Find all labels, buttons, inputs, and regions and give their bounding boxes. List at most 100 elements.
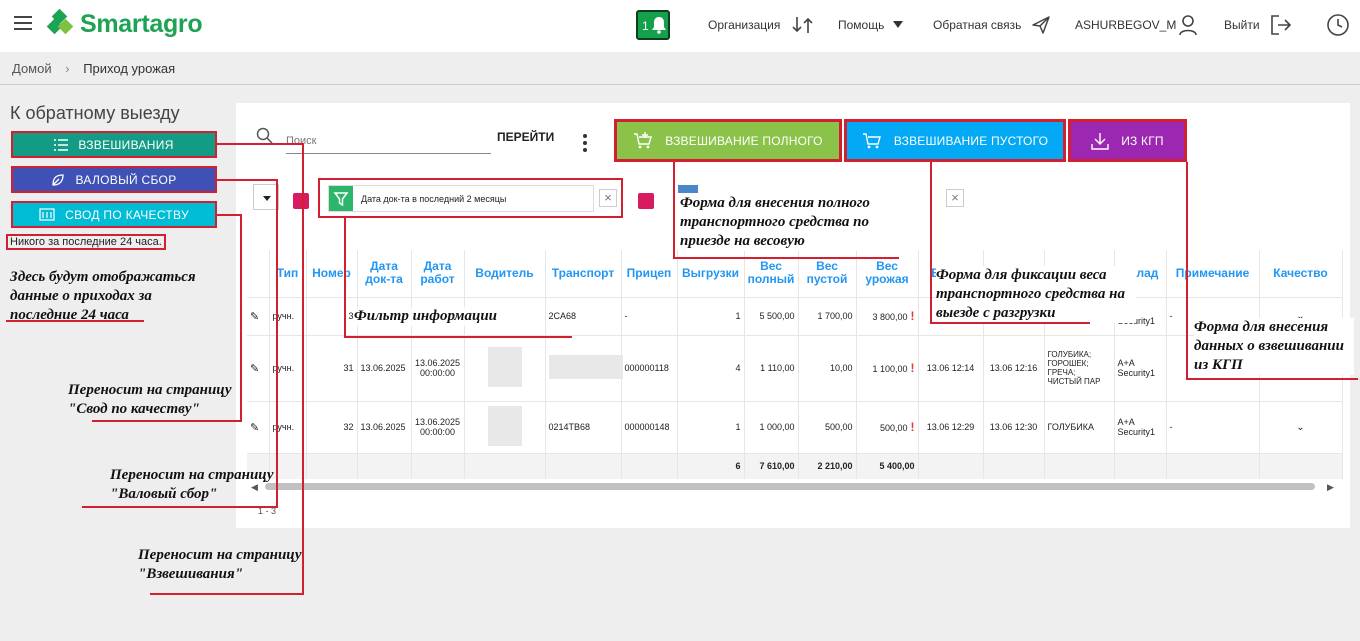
go-button[interactable]: ПЕРЕЙТИ (497, 130, 554, 144)
weigh-full-button[interactable]: ВЗВЕШИВАНИЕ ПОЛНОГО (614, 119, 842, 162)
leaf-icon (52, 173, 65, 186)
cell-note: - (1166, 401, 1260, 454)
annotation-underline (150, 593, 304, 595)
search-input[interactable] (286, 128, 491, 154)
clear-filter-icon[interactable]: × (599, 189, 617, 207)
col-work-date[interactable]: Дата работ (411, 250, 465, 298)
cell-weight-full: 1 110,00 (744, 335, 799, 402)
logout-icon[interactable] (1270, 14, 1292, 36)
top-header: Smartagro 1 Организация Помощь Обратная … (0, 0, 1360, 52)
annotation-connector (1186, 162, 1188, 380)
filter-checkbox[interactable] (293, 193, 309, 209)
cell-weight-full: 1 000,00 (744, 401, 799, 454)
brand-name: Smartagro (80, 9, 203, 38)
col-quality[interactable]: Качество (1259, 250, 1343, 298)
last-24h-status: Никого за последние 24 часа. (6, 234, 166, 250)
col-transport[interactable]: Транспорт (545, 250, 622, 298)
col-type[interactable]: Тип (269, 250, 307, 298)
cell-time-in: 13.06 12:14 (918, 335, 984, 402)
cell-type: ручн. (269, 297, 307, 336)
cell-number: 31 (306, 335, 358, 402)
weigh-full-label: ВЗВЕШИВАНИЕ ПОЛНОГО (665, 133, 823, 148)
annotation-last24: Здесь будут отображаться данные о приход… (10, 269, 196, 323)
cell-time-in: 13.06 12:29 (918, 401, 984, 454)
crop-value: 500,00 (879, 423, 908, 433)
swap-icon[interactable] (792, 15, 814, 35)
table-row[interactable]: ✎ ручн. 31 13.06.2025 13.06.2025 00:00:0… (247, 335, 1343, 402)
annotation-connector (344, 218, 346, 338)
col-note[interactable]: Примечание (1166, 250, 1260, 298)
cell-doc-date: 13.06.2025 (357, 401, 412, 454)
logo[interactable]: Smartagro (46, 8, 203, 39)
user-name[interactable]: ASHURBEGOV_M (1075, 18, 1176, 32)
annotation-quality: Переносит на страницу "Свод по качеству" (68, 382, 232, 417)
annotation-empty: Форма для фиксации веса транспортного ср… (936, 266, 1136, 323)
scroll-right-icon[interactable]: ▶ (1327, 482, 1334, 493)
edit-icon[interactable]: ✎ (247, 401, 270, 454)
notification-count: 1 (642, 19, 649, 33)
annotation-filter: Фильтр информации (354, 307, 534, 326)
bell-icon (652, 17, 666, 34)
from-kgp-button[interactable]: ИЗ КГП (1068, 119, 1187, 162)
annotation-underline (6, 320, 144, 322)
cell-weight-empty: 500,00 (798, 401, 857, 454)
user-icon[interactable] (1178, 14, 1198, 36)
edit-icon[interactable]: ✎ (247, 297, 270, 336)
redacted-driver (487, 347, 522, 387)
quality-summary-button-label: СВОД ПО КАЧЕСТВУ (65, 207, 189, 222)
notification-button[interactable]: 1 (636, 10, 670, 40)
scroll-thumb[interactable] (265, 483, 1315, 490)
cell-trailer: - (621, 297, 678, 336)
horizontal-scrollbar[interactable]: ◀ ▶ (247, 480, 1342, 492)
help-link[interactable]: Помощь (838, 18, 884, 32)
annotation-connector (217, 143, 304, 145)
breadcrumb-home[interactable]: Домой (12, 61, 52, 76)
more-vert-icon[interactable] (583, 134, 587, 155)
cell-crops: ГОЛУБИКА; ГОРОШЕК; ГРЕЧА; ЧИСТЫЙ ПАР (1044, 335, 1115, 402)
annotation-weighings: Переносит на страницу "Взвешивания" (138, 547, 302, 582)
receipts-table: Тип Номер Дата док-та Дата работ Водител… (247, 250, 1343, 479)
annotation-underline (92, 420, 242, 422)
feedback-link[interactable]: Обратная связь (933, 18, 1021, 32)
edit-icon[interactable]: ✎ (247, 335, 270, 402)
expand-icon[interactable]: ⌄ (1259, 401, 1343, 454)
divider (0, 84, 1360, 85)
cell-weight-crop: 3 800,00! (856, 297, 919, 336)
breadcrumb: Домой › Приход урожая (12, 61, 175, 76)
clear-filter-2-icon[interactable]: × (946, 189, 964, 207)
annotation-connector (217, 179, 278, 181)
cell-warehouse: A+A Security1 (1114, 401, 1167, 454)
gross-harvest-button[interactable]: ВАЛОВЫЙ СБОР (11, 166, 217, 193)
weighings-button[interactable]: ВЗВЕШИВАНИЯ (11, 131, 217, 158)
filter-input-2-accent (678, 185, 698, 193)
col-trailer[interactable]: Прицеп (621, 250, 678, 298)
filter-chip[interactable]: Дата док-та в последний 2 месяцы × (318, 178, 623, 218)
from-kgp-label: ИЗ КГП (1121, 133, 1164, 148)
cell-unloads[interactable]: 4 (677, 335, 745, 402)
col-doc-date[interactable]: Дата док-та (357, 250, 412, 298)
annotation-connector (276, 179, 278, 508)
cell-work-date: 13.06.2025 00:00:00 (411, 401, 465, 454)
cell-weight-empty: 1 700,00 (798, 297, 857, 336)
send-icon[interactable] (1031, 15, 1051, 35)
annotation-kgp: Форма для внесения данных о взвешивании … (1194, 318, 1354, 375)
cell-unloads[interactable]: 1 (677, 297, 745, 336)
weigh-empty-button[interactable]: ВЗВЕШИВАНИЕ ПУСТОГО (844, 119, 1066, 162)
menu-icon[interactable] (14, 16, 32, 30)
filter-checkbox-2[interactable] (638, 193, 654, 209)
organization-link[interactable]: Организация (708, 18, 780, 32)
cell-number: 32 (306, 401, 358, 454)
table-row[interactable]: ✎ ручн. 32 13.06.2025 13.06.2025 00:00:0… (247, 401, 1343, 454)
warning-icon: ! (910, 309, 915, 323)
cell-unloads[interactable]: 1 (677, 401, 745, 454)
gross-harvest-button-label: ВАЛОВЫЙ СБОР (75, 172, 177, 187)
quality-summary-button[interactable]: СВОД ПО КАЧЕСТВУ (11, 201, 217, 228)
col-driver[interactable]: Водитель (464, 250, 546, 298)
total-weight-empty: 2 210,00 (798, 453, 857, 479)
redacted-transport (548, 355, 623, 379)
clock-icon[interactable] (1326, 13, 1350, 37)
logout-link[interactable]: Выйти (1224, 18, 1260, 32)
cell-work-date: 13.06.2025 00:00:00 (411, 335, 465, 402)
caret-down-icon[interactable] (893, 21, 903, 29)
col-number[interactable]: Номер (306, 250, 358, 298)
